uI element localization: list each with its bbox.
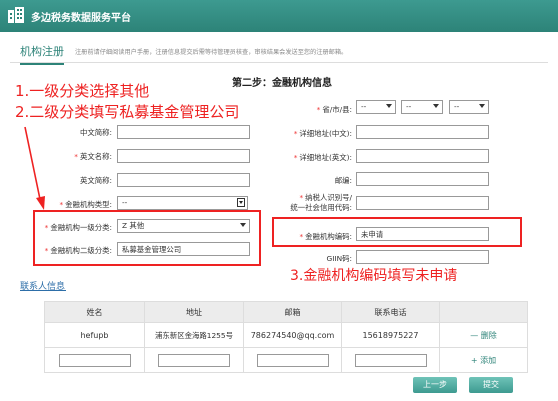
new-email-input[interactable] xyxy=(256,353,329,367)
contact-table: 姓名 地址 邮箱 联系电话 hefupb 浦东新区金海路1255号 786274… xyxy=(44,301,528,373)
delete-contact-button[interactable]: — 删除 xyxy=(439,322,528,348)
registration-notice: 注册前请仔细阅读用户手册，注册信息提交后需等待管理员核查，审核结果会发送至您的注… xyxy=(75,49,348,56)
inst-type-label: * 金融机构类型: xyxy=(59,200,112,209)
addr-en-label: * 详细地址(英文): xyxy=(293,153,352,162)
region-label: * 省/市/县: xyxy=(316,105,352,114)
annotation-2: 2.二级分类填写私募基金管理公司 xyxy=(15,103,240,121)
header-bar: 多边税务数据服务平台 xyxy=(0,0,558,32)
contact-link-underline xyxy=(20,290,66,291)
cell-name: hefupb xyxy=(44,322,145,348)
tax-id-input[interactable] xyxy=(356,196,489,210)
postcode-label: 邮编: xyxy=(334,176,352,185)
city-select[interactable]: -- xyxy=(401,100,443,114)
add-contact-button[interactable]: + 添加 xyxy=(439,347,528,373)
tab-divider xyxy=(10,62,548,63)
inst-type-select[interactable]: -- xyxy=(117,196,248,210)
highlight-inst-code-box xyxy=(272,217,522,247)
giin-label: GIIN码: xyxy=(326,254,353,263)
building-logo-icon xyxy=(8,7,24,23)
new-address-input[interactable] xyxy=(158,353,230,367)
en-name-label: * 英文名称: xyxy=(74,152,112,161)
addr-cn-label: * 详细地址(中文): xyxy=(293,129,352,138)
addr-en-input[interactable] xyxy=(356,149,489,163)
table-row-new: + 添加 xyxy=(44,347,528,373)
new-phone-input[interactable] xyxy=(354,353,427,367)
highlight-classification-box xyxy=(33,210,261,266)
en-abbr-input[interactable] xyxy=(117,173,250,187)
col-name: 姓名 xyxy=(44,301,145,323)
col-actions xyxy=(439,301,528,323)
annotation-1: 1.一级分类选择其他 xyxy=(15,82,150,100)
table-row: hefupb 浦东新区金海路1255号 786274540@qq.com 156… xyxy=(44,322,528,348)
province-select[interactable]: -- xyxy=(356,100,396,114)
postcode-input[interactable] xyxy=(356,172,489,186)
app-title: 多边税务数据服务平台 xyxy=(31,13,131,24)
new-name-input[interactable] xyxy=(58,353,131,367)
dropdown-arrow-icon xyxy=(237,198,245,207)
giin-input[interactable] xyxy=(356,250,489,264)
col-phone: 联系电话 xyxy=(341,301,440,323)
en-name-input[interactable] xyxy=(117,149,250,163)
prev-step-button[interactable]: 上一步 xyxy=(413,377,457,393)
cell-phone: 15618975227 xyxy=(341,322,440,348)
addr-cn-input[interactable] xyxy=(356,125,489,139)
cell-email: 786274540@qq.com xyxy=(243,322,342,348)
col-address: 地址 xyxy=(144,301,244,323)
dropdown-arrow-icon xyxy=(433,104,439,108)
col-email: 邮箱 xyxy=(243,301,342,323)
en-abbr-label: 英文简称: xyxy=(79,176,112,185)
dropdown-arrow-icon xyxy=(479,104,485,108)
annotation-3: 3.金融机构编码填写未申请 xyxy=(290,268,458,284)
submit-button[interactable]: 提交 xyxy=(469,377,513,393)
tax-id-label: * 纳税人识别号/统一社会信用代码: xyxy=(290,193,352,212)
cn-abbr-input[interactable] xyxy=(117,125,250,139)
cn-abbr-label: 中文简称: xyxy=(79,128,112,137)
county-select[interactable]: -- xyxy=(449,100,489,114)
cell-address: 浦东新区金海路1255号 xyxy=(144,322,244,348)
dropdown-arrow-icon xyxy=(386,104,392,108)
step-title: 第二步：金融机构信息 xyxy=(232,78,332,89)
